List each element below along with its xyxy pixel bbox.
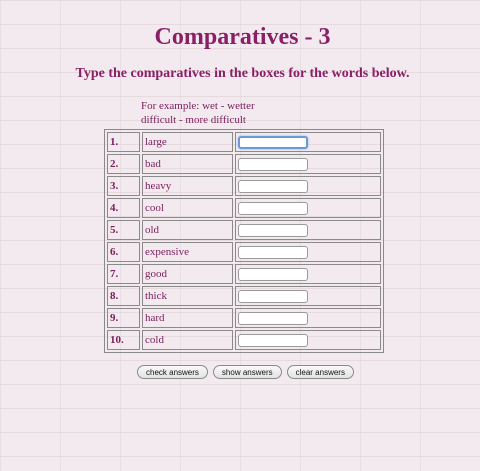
answer-input-9[interactable]	[238, 311, 308, 325]
row-number: 10.	[107, 330, 140, 350]
instruction-text: Type the comparatives in the boxes for t…	[75, 66, 410, 81]
row-word: cool	[142, 198, 233, 218]
row-number: 7.	[107, 264, 140, 284]
check-answers-button[interactable]: check answers	[137, 365, 208, 379]
table-row: 8. thick	[107, 286, 381, 306]
row-word: thick	[142, 286, 233, 306]
button-bar: check answers show answers clear answers	[137, 365, 354, 379]
answer-input-2[interactable]	[238, 157, 308, 171]
answer-input-6[interactable]	[238, 245, 308, 259]
table-row: 3. heavy	[107, 176, 381, 196]
show-answers-button[interactable]: show answers	[212, 365, 282, 379]
answer-input-10[interactable]	[238, 333, 308, 347]
answer-cell	[235, 176, 381, 196]
row-word: good	[142, 264, 233, 284]
table-row: 7. good	[107, 264, 381, 284]
table-row: 2. bad	[107, 154, 381, 174]
row-number: 4.	[107, 198, 140, 218]
answer-cell	[235, 264, 381, 284]
answer-cell	[235, 154, 381, 174]
page-title: Comparatives - 3	[154, 24, 331, 50]
table-row: 5. old	[107, 220, 381, 240]
answer-cell	[235, 308, 381, 328]
row-number: 6.	[107, 242, 140, 262]
row-word: bad	[142, 154, 233, 174]
row-number: 9.	[107, 308, 140, 328]
answer-input-3[interactable]	[238, 179, 308, 193]
table-row: 10. cold	[107, 330, 381, 350]
answer-input-1[interactable]	[238, 135, 308, 149]
answer-cell	[235, 198, 381, 218]
answer-input-7[interactable]	[238, 267, 308, 281]
answer-input-8[interactable]	[238, 289, 308, 303]
answer-cell	[235, 286, 381, 306]
answer-cell	[235, 242, 381, 262]
row-number: 3.	[107, 176, 140, 196]
table-row: 6. expensive	[107, 242, 381, 262]
row-word: cold	[142, 330, 233, 350]
row-number: 1.	[107, 132, 140, 152]
answer-cell	[235, 330, 381, 350]
answer-cell	[235, 220, 381, 240]
example-line-1: For example: wet - wetter	[141, 100, 255, 112]
row-word: old	[142, 220, 233, 240]
answer-cell	[235, 132, 381, 152]
answer-input-4[interactable]	[238, 201, 308, 215]
example-text: For example: wet - wetter difficult - mo…	[141, 99, 255, 127]
example-line-2: difficult - more difficult	[141, 114, 246, 126]
clear-answers-button[interactable]: clear answers	[286, 365, 354, 379]
row-number: 5.	[107, 220, 140, 240]
table-row: 9. hard	[107, 308, 381, 328]
row-word: hard	[142, 308, 233, 328]
answer-input-5[interactable]	[238, 223, 308, 237]
row-number: 2.	[107, 154, 140, 174]
row-word: large	[142, 132, 233, 152]
row-word: heavy	[142, 176, 233, 196]
row-word: expensive	[142, 242, 233, 262]
table-row: 1. large	[107, 132, 381, 152]
exercise-table: 1. large 2. bad 3. heavy 4. cool 5. old …	[104, 129, 384, 353]
row-number: 8.	[107, 286, 140, 306]
table-row: 4. cool	[107, 198, 381, 218]
